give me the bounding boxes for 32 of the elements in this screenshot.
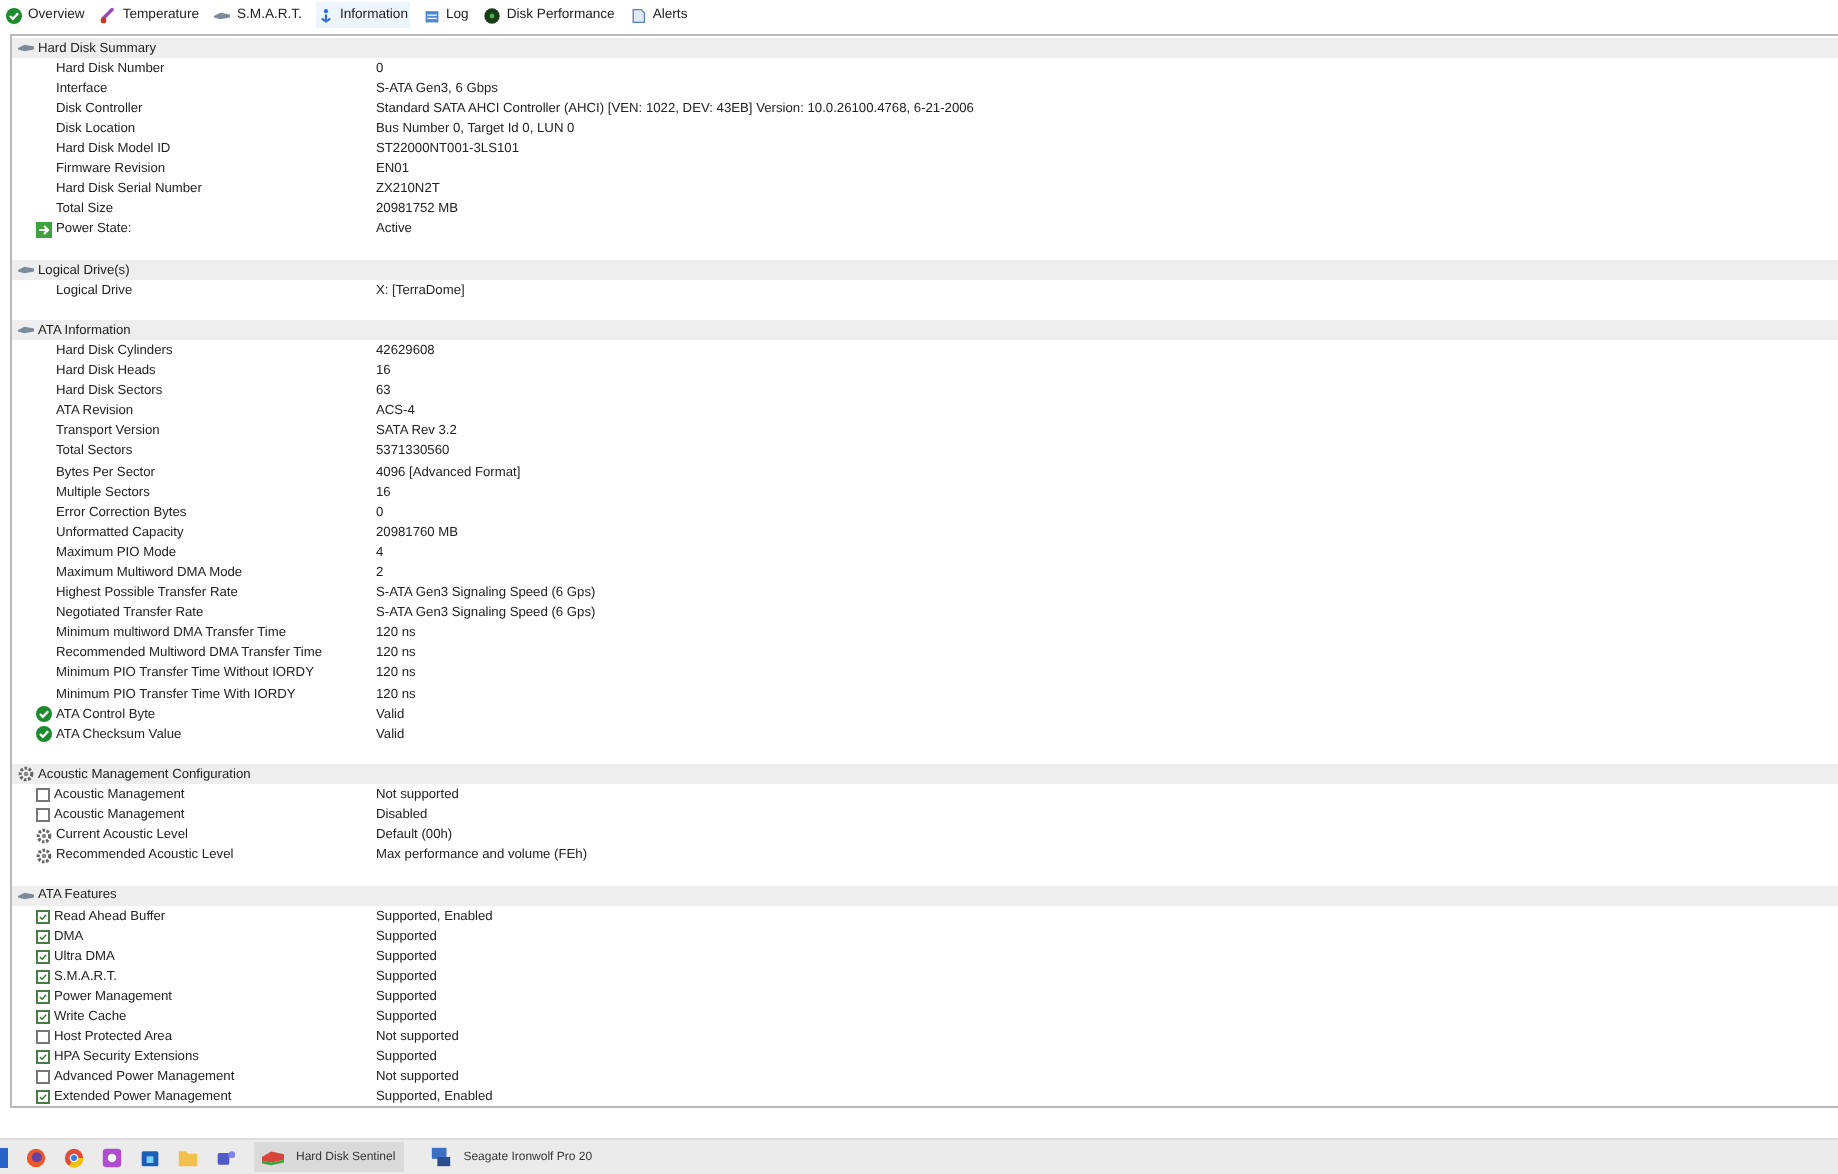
checkbox[interactable] <box>36 989 50 1004</box>
checkbox[interactable] <box>36 1010 50 1025</box>
arrow-icon <box>36 221 52 238</box>
document-icon <box>630 7 647 23</box>
hard-drive-icon <box>18 262 34 279</box>
checkbox[interactable] <box>36 808 50 823</box>
checkbox[interactable] <box>36 949 50 964</box>
checkbox[interactable] <box>36 969 50 984</box>
log-icon <box>423 7 440 23</box>
check-circle-icon <box>6 7 22 23</box>
check-circle-icon <box>36 726 52 743</box>
checkbox[interactable] <box>36 909 50 924</box>
hard-drive-icon <box>18 40 34 57</box>
checkbox[interactable] <box>36 929 50 944</box>
hard-drive-icon <box>18 887 34 904</box>
computer-icon <box>429 1146 452 1168</box>
checkbox[interactable] <box>36 1030 50 1045</box>
app-icon[interactable] <box>102 1147 122 1167</box>
hard-drive-icon <box>214 7 231 23</box>
checkbox[interactable] <box>36 1050 50 1065</box>
checkbox[interactable] <box>36 1070 50 1085</box>
checkbox[interactable] <box>36 788 50 803</box>
hard-drive-icon <box>262 1146 284 1168</box>
thermometer-icon <box>100 7 117 23</box>
disk-icon <box>484 7 501 23</box>
app-icon[interactable] <box>216 1147 236 1167</box>
hard-drive-icon <box>18 322 34 339</box>
app-icon[interactable] <box>140 1147 160 1167</box>
check-circle-icon <box>36 706 52 723</box>
gear-icon <box>18 766 34 783</box>
checkbox[interactable] <box>36 1090 50 1105</box>
app-icon[interactable] <box>64 1147 84 1167</box>
